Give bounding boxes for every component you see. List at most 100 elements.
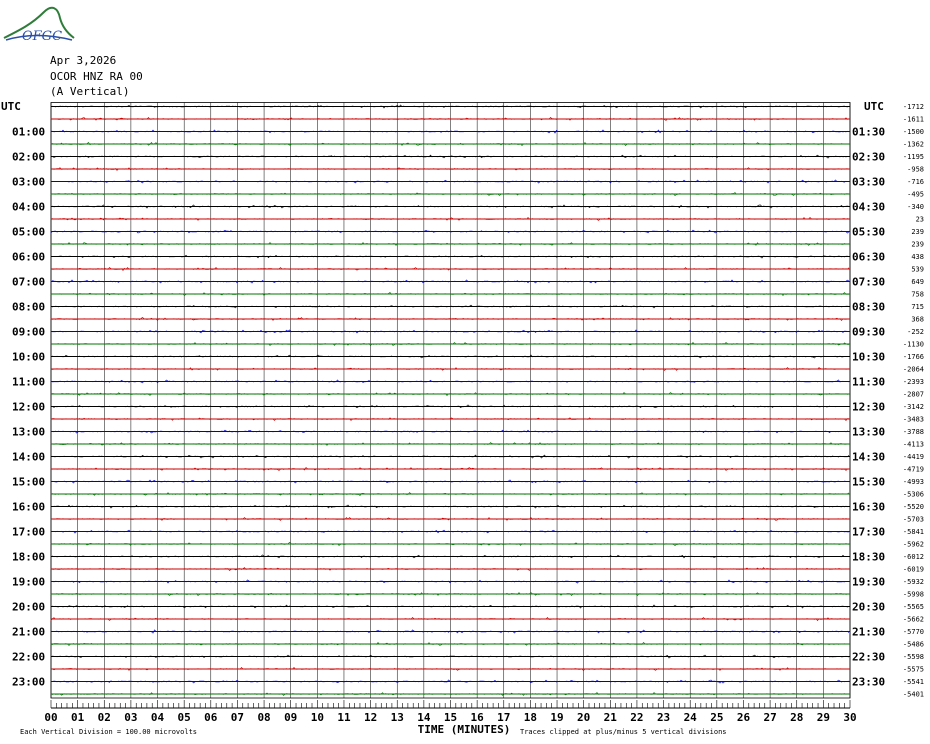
x-tick-label: 09: [284, 711, 297, 724]
trace-signal: [50, 504, 850, 509]
trace-signal: [50, 641, 850, 646]
right-time-label: 04:30: [852, 201, 885, 214]
left-time-label: 05:00: [12, 226, 45, 239]
trace-signal: [50, 229, 850, 234]
trace-offset-label: -5401: [903, 691, 924, 699]
x-tick-label: 30: [843, 711, 856, 724]
right-time-label: 12:30: [852, 401, 885, 414]
trace-offset-labels: -1712 -1611 -1500 -1362 -1195 -958 -716 -495 -34…: [903, 103, 924, 699]
x-axis: 00 01 02 03 04 05 06 07 08 09 10 11 12 13 14 15 16 17 18 19…: [44, 700, 857, 724]
trace-offset-label: -5575: [903, 666, 924, 674]
trace-signal: [50, 104, 850, 109]
trace-offset-label: 539: [911, 266, 924, 274]
right-time-label: 05:30: [852, 226, 885, 239]
trace-signal: [50, 492, 850, 496]
trace-offset-label: -4719: [903, 466, 924, 474]
trace-offset-label: -2807: [903, 391, 924, 399]
x-tick-label: 07: [231, 711, 244, 724]
trace-offset-label: -5841: [903, 528, 924, 536]
x-tick-label: 20: [577, 711, 590, 724]
right-time-label: 13:30: [852, 426, 885, 439]
x-tick-label: 26: [737, 711, 751, 724]
left-time-label: 06:00: [12, 251, 45, 264]
trace-offset-label: -1195: [903, 153, 924, 161]
trace-offset-label: -3788: [903, 428, 924, 436]
x-axis-title: TIME (MINUTES): [418, 723, 511, 736]
x-tick-label: 00: [44, 711, 57, 724]
right-time-label: 02:30: [852, 151, 885, 164]
trace-offset-label: -5703: [903, 516, 924, 524]
trace-offset-label: -5486: [903, 641, 924, 649]
x-tick-label: 03: [124, 711, 137, 724]
right-time-labels: 01:30 02:30 03:30 04:30 05:30 06:30 07:30 08:30…: [852, 126, 885, 689]
x-tick-label: 10: [311, 711, 324, 724]
x-tick-label: 18: [524, 711, 537, 724]
trace-offset-label: -4993: [903, 478, 924, 486]
right-time-label: 23:30: [852, 676, 885, 689]
x-tick-label: 04: [151, 711, 165, 724]
right-time-label: 11:30: [852, 376, 885, 389]
trace-offset-label: -5770: [903, 628, 924, 636]
left-time-label: 20:00: [12, 601, 45, 614]
trace-offset-label: -6012: [903, 553, 924, 561]
left-time-label: 14:00: [12, 451, 45, 464]
trace-signal: [50, 342, 850, 346]
trace-offset-label: -4419: [903, 453, 924, 461]
trace-offset-label: -5520: [903, 503, 924, 511]
trace-signal: [50, 266, 850, 272]
right-time-label: 09:30: [852, 326, 885, 339]
footer-clip-note: Traces clipped at plus/minus 5 vertical …: [520, 728, 727, 736]
x-tick-label: 28: [790, 711, 803, 724]
left-time-label: 02:00: [12, 151, 45, 164]
left-time-label: 13:00: [12, 426, 45, 439]
right-time-label: 20:30: [852, 601, 885, 614]
x-tick-label: 01: [71, 711, 85, 724]
trace-offset-label: 239: [911, 241, 924, 249]
left-time-label: 01:00: [12, 126, 45, 139]
plot-grid: [50, 102, 851, 699]
left-time-label: 10:00: [12, 351, 45, 364]
trace-signal: [50, 204, 850, 209]
trace-offset-label: -1766: [903, 353, 924, 361]
trace-offset-label: 715: [911, 303, 924, 311]
left-time-label: 04:00: [12, 201, 45, 214]
left-time-label: 03:00: [12, 176, 45, 189]
trace-signal: [50, 479, 850, 484]
x-tick-label: 11: [337, 711, 351, 724]
trace-offset-label: -6019: [903, 566, 924, 574]
trace-signal: [50, 242, 850, 246]
trace-offset-label: 649: [911, 278, 924, 286]
trace-offset-label: -3142: [903, 403, 924, 411]
trace-offset-label: 239: [911, 228, 924, 236]
trace-offset-label: -5565: [903, 603, 924, 611]
trace-signal: [50, 279, 850, 284]
right-axis-title: UTC: [864, 100, 884, 113]
left-time-label: 21:00: [12, 626, 45, 639]
left-time-label: 12:00: [12, 401, 45, 414]
right-time-label: 15:30: [852, 476, 885, 489]
x-tick-label: 13: [391, 711, 404, 724]
trace-signal: [50, 329, 850, 334]
trace-offset-label: -2064: [903, 366, 924, 374]
right-time-label: 17:30: [852, 526, 885, 539]
right-time-label: 10:30: [852, 351, 885, 364]
trace-signal: [50, 254, 850, 259]
right-time-label: 07:30: [852, 276, 885, 289]
trace-offset-label: -1712: [903, 103, 924, 111]
left-axis-title: UTC: [1, 100, 21, 113]
x-tick-label: 06: [204, 711, 218, 724]
trace-offset-label: -340: [907, 203, 924, 211]
trace-offset-label: -252: [907, 328, 924, 336]
left-time-label: 11:00: [12, 376, 45, 389]
left-time-labels: 01:00 02:00 03:00 04:00 05:00 06:00 07:00 08:00…: [12, 126, 45, 689]
x-tick-label: 21: [604, 711, 618, 724]
trace-offset-label: -716: [907, 178, 924, 186]
left-time-label: 18:00: [12, 551, 45, 564]
trace-signal: [50, 667, 850, 671]
right-time-label: 01:30: [852, 126, 885, 139]
trace-offset-label: 368: [911, 316, 924, 324]
trace-offset-label: -1130: [903, 341, 924, 349]
right-time-label: 22:30: [852, 651, 885, 664]
trace-offset-label: -5662: [903, 616, 924, 624]
left-time-label: 17:00: [12, 526, 45, 539]
